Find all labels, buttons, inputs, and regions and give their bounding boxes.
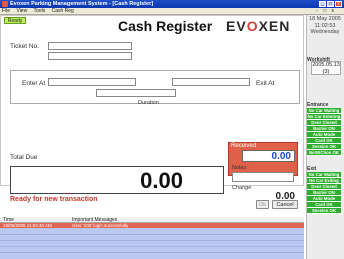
time-group (10, 70, 300, 104)
grid-divider (0, 234, 304, 235)
exit-at-label: Exit At (256, 80, 275, 87)
logo-text-o: O (246, 18, 259, 34)
ticket-label: Ticket No. (10, 43, 40, 50)
notes-input[interactable] (232, 172, 294, 182)
window-title: Evoxen Parking Management System - [Cash… (10, 1, 154, 7)
evoxen-logo: EVOXEN (226, 18, 290, 34)
minimize-button[interactable]: _ (319, 1, 326, 7)
weekday-line: Wednesday (310, 29, 340, 35)
menu-tools[interactable]: Tools (34, 8, 46, 14)
received-label: Received (231, 143, 257, 149)
duration-field (96, 89, 176, 97)
date-line: 18 May 2005 (309, 16, 341, 22)
row-time: 18/05/2005 11:02:40 AM (3, 223, 52, 228)
workshift-number: (3) (322, 68, 330, 75)
close-button[interactable]: x (335, 1, 342, 7)
mdi-controls[interactable]: - □ x (316, 8, 336, 15)
maximize-button[interactable]: □ (327, 1, 334, 7)
grid-divider (0, 252, 304, 253)
date-display: 18 May 2005 11:02:53 Wednesday (307, 16, 343, 36)
window-controls: _ □ x (319, 1, 342, 7)
total-due-display: 0.00 (10, 166, 224, 194)
status-badge: Ready (4, 17, 26, 24)
exit-status-button[interactable]: Session OK (307, 208, 341, 214)
received-input[interactable]: 0.00 (242, 150, 295, 162)
menu-file[interactable]: File (2, 8, 10, 14)
workshift-date: 2005.05.13 (312, 62, 340, 68)
logo-text-right: XEN (258, 18, 291, 34)
grid-divider (0, 240, 304, 241)
ticket-detail-field (48, 52, 132, 60)
grid-divider (0, 246, 304, 247)
page-title: Cash Register (118, 18, 213, 34)
row-message: User '100' login successfully (72, 223, 129, 228)
exit-at-field (172, 78, 250, 86)
workshift-box: 2005.05.13 (3) (311, 61, 341, 75)
ok-button[interactable]: Ok (256, 200, 269, 209)
total-due-label: Total Due (10, 154, 38, 161)
status-message: Ready for new transaction (10, 196, 98, 203)
ticket-number-input[interactable] (48, 42, 132, 50)
duration-label: Duration (138, 100, 159, 106)
window-title-bar: Evoxen Parking Management System - [Cash… (0, 0, 344, 8)
enter-at-field (48, 78, 136, 86)
table-row[interactable]: 18/05/2005 11:02:40 AM User '100' login … (0, 223, 304, 228)
menu-cash-reg[interactable]: Cash Reg (52, 8, 74, 14)
entrance-status-list: No Car Waiting No Car Entering Door Clos… (307, 108, 341, 156)
notes-label: Notes (232, 165, 247, 171)
exit-status-list: No Car Waiting No Car Exiting Door Close… (307, 172, 341, 214)
cancel-button[interactable]: Cancel (272, 200, 298, 209)
menu-view[interactable]: View (16, 8, 27, 14)
app-icon (2, 1, 8, 7)
enter-at-label: Enter At (22, 80, 46, 87)
entrance-status-button[interactable]: NoSECtion OK (307, 150, 341, 156)
menu-bar: File View Tools Cash Reg - □ x (0, 8, 344, 15)
logo-text-left: EV (226, 18, 247, 34)
